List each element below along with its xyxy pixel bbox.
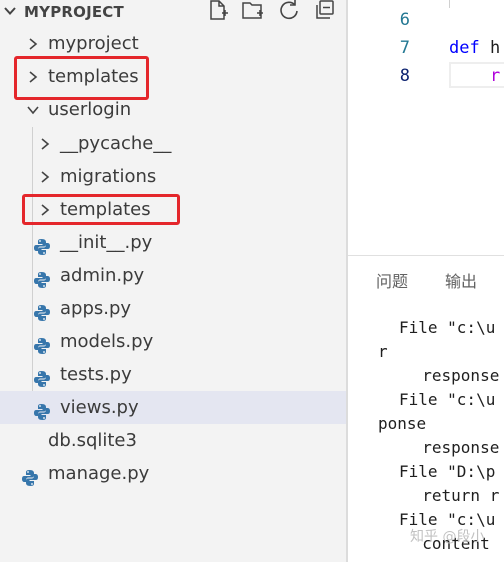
tree-item-migrations[interactable]: migrations bbox=[0, 160, 346, 193]
refresh-icon bbox=[278, 0, 300, 25]
bottom-panel: 问题 输出 File "c:\u r response File "c:\u p… bbox=[348, 256, 504, 562]
project-section-header[interactable]: MYPROJECT bbox=[2, 1, 124, 23]
chevron-down-icon bbox=[2, 1, 24, 23]
tree-item-label: views.py bbox=[60, 397, 139, 418]
indent-guide bbox=[449, 0, 450, 8]
terminal-line: r bbox=[378, 342, 388, 361]
function-name: h bbox=[479, 38, 501, 58]
terminal-line: File "c:\u bbox=[399, 318, 496, 337]
tree-item-label: admin.py bbox=[60, 265, 145, 286]
project-title: MYPROJECT bbox=[24, 3, 124, 21]
tree-item-label: tests.py bbox=[60, 364, 132, 385]
refresh-button[interactable] bbox=[276, 0, 302, 24]
tree-item-label: __pycache__ bbox=[60, 133, 172, 154]
chevron-right-icon bbox=[36, 127, 54, 160]
tree-item-models-py[interactable]: models.py bbox=[0, 325, 346, 358]
new-folder-icon bbox=[241, 0, 265, 25]
watermark: 知乎 @段小 bbox=[410, 529, 485, 545]
collapse-all-button[interactable] bbox=[312, 0, 338, 24]
new-file-button[interactable] bbox=[205, 0, 231, 24]
tree-item-manage-py[interactable]: manage.py bbox=[0, 457, 346, 490]
tree-item-label: __init__.py bbox=[60, 232, 153, 253]
line-number: 7 bbox=[399, 38, 410, 58]
collapse-all-icon bbox=[314, 0, 336, 25]
tree-item-label: models.py bbox=[60, 331, 154, 352]
tree-item-apps-py[interactable]: apps.py bbox=[0, 292, 346, 325]
python-file-icon bbox=[33, 267, 51, 288]
chevron-right-icon bbox=[36, 160, 54, 193]
new-file-icon bbox=[207, 0, 229, 25]
terminal-line: File "c:\u bbox=[399, 390, 496, 409]
python-file-icon bbox=[33, 333, 51, 354]
terminal-line: File "D:\p bbox=[399, 462, 496, 481]
python-file-icon bbox=[33, 234, 51, 255]
tab-output[interactable]: 输出 bbox=[445, 270, 477, 294]
code-editor[interactable]: 6 7 8 def h r bbox=[348, 0, 504, 255]
line-number: 8 bbox=[399, 66, 410, 86]
tree-item-tests-py[interactable]: tests.py bbox=[0, 358, 346, 391]
tree-item-init-py[interactable]: __init__.py bbox=[0, 226, 346, 259]
terminal-line: response bbox=[403, 438, 500, 457]
tree-item-admin-py[interactable]: admin.py bbox=[0, 259, 346, 292]
tree-item-label: apps.py bbox=[60, 298, 132, 319]
terminal-line: response bbox=[403, 366, 500, 385]
python-file-icon bbox=[21, 465, 39, 486]
explorer-sidebar: MYPROJECT myproject templates userlogin … bbox=[0, 0, 346, 562]
terminal-line: return r bbox=[403, 486, 500, 505]
tree-item-views-py[interactable]: views.py bbox=[0, 391, 346, 424]
python-file-icon bbox=[33, 300, 51, 321]
tree-item-db-sqlite3[interactable]: db.sqlite3 bbox=[0, 424, 346, 457]
explorer-header: MYPROJECT bbox=[0, 0, 346, 24]
line-number: 6 bbox=[399, 10, 410, 30]
code-line-7: def h bbox=[449, 34, 500, 62]
tree-item-label: migrations bbox=[60, 166, 157, 187]
tab-problems[interactable]: 问题 bbox=[376, 270, 408, 294]
tree-item-label: manage.py bbox=[48, 463, 150, 484]
terminal-line: ponse bbox=[378, 414, 427, 433]
tree-item-label: db.sqlite3 bbox=[48, 430, 137, 451]
highlight-box-templates-userlogin bbox=[22, 194, 180, 225]
python-file-icon bbox=[33, 366, 51, 387]
highlight-box-templates-root bbox=[14, 56, 149, 100]
tree-item-pycache[interactable]: __pycache__ bbox=[0, 127, 346, 160]
python-file-icon bbox=[33, 399, 51, 420]
keyword-def: def bbox=[449, 38, 480, 58]
code-line-8: r bbox=[449, 66, 501, 86]
new-folder-button[interactable] bbox=[240, 0, 266, 24]
